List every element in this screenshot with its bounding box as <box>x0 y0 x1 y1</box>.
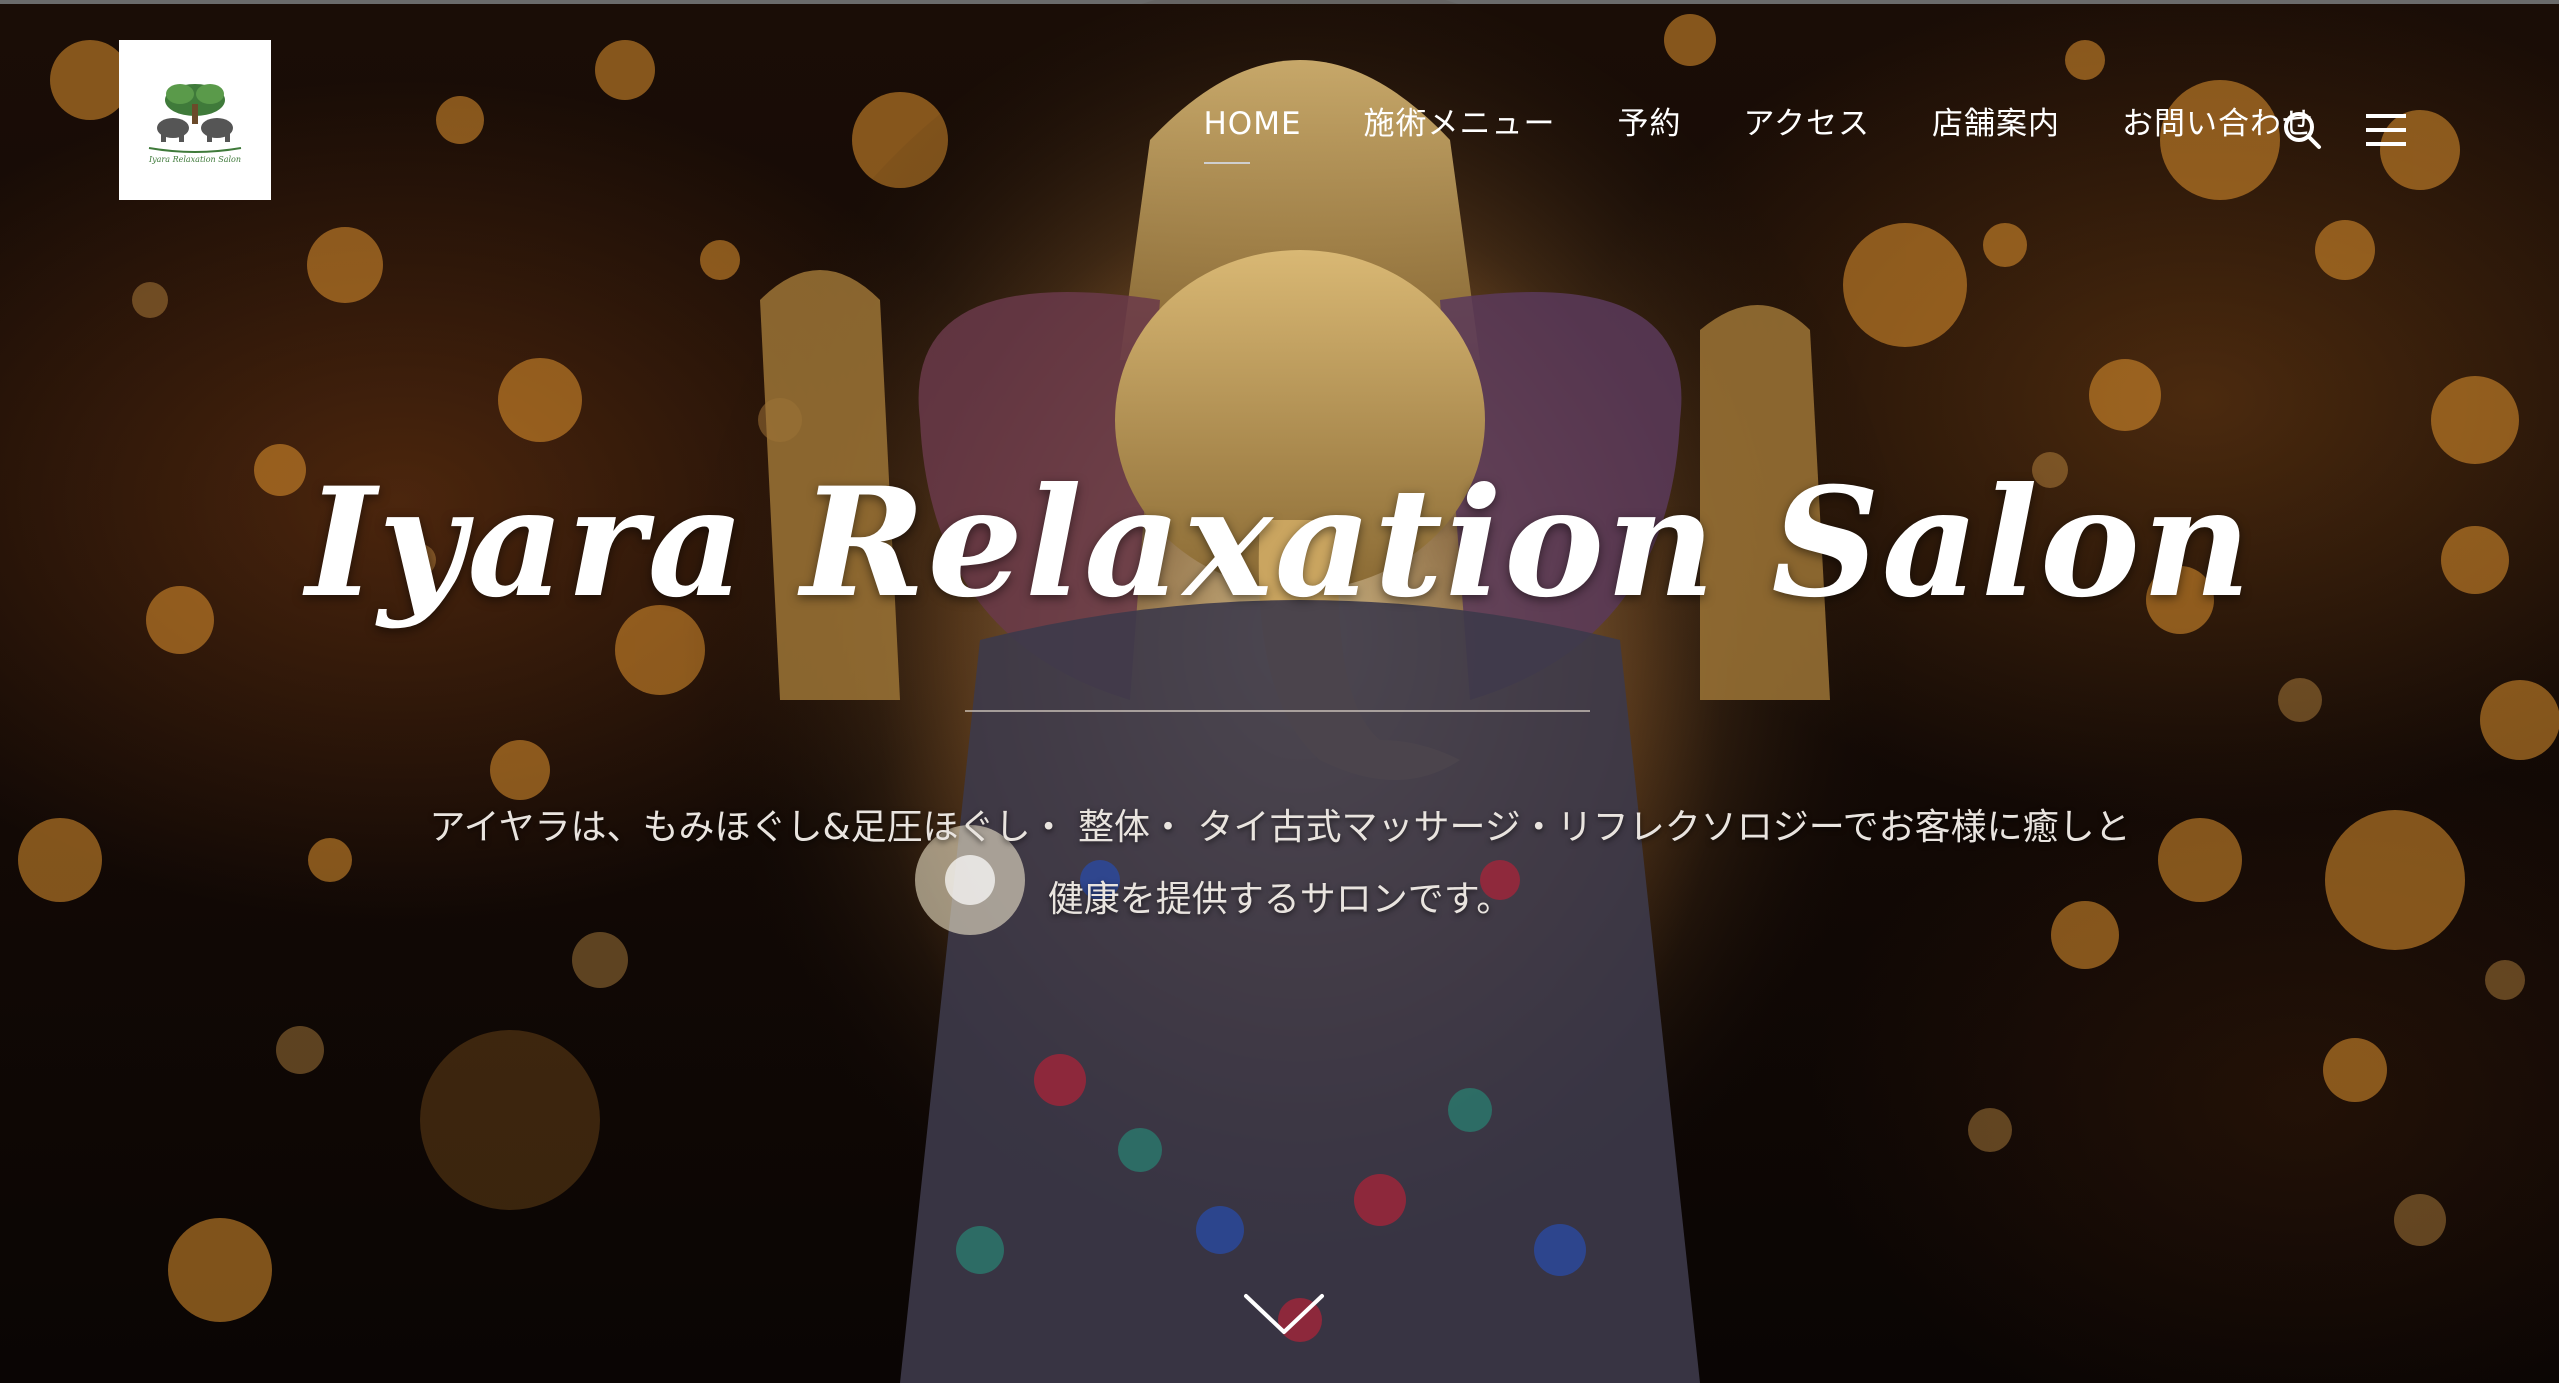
chevron-down-icon[interactable] <box>1242 1290 1326 1338</box>
nav-item-store-info[interactable]: 店舗案内 <box>1932 104 2060 144</box>
ganesha-statue-image <box>680 0 1920 1383</box>
site-logo[interactable]: Iyara Relaxation Salon <box>119 40 271 200</box>
nav-item-reservation[interactable]: 予約 <box>1618 104 1682 144</box>
logo-text: Iyara Relaxation Salon <box>148 155 241 164</box>
main-nav: HOME 施術メニュー 予約 アクセス 店舗案内 お問い合わせ <box>1203 104 2315 164</box>
tagline-line-1: アイヤラは、もみほぐし&足圧ほぐし・ 整体・ タイ古式マッサージ・リフレクソロジ… <box>429 807 2131 848</box>
nav-item-access[interactable]: アクセス <box>1744 104 1870 144</box>
hamburger-menu-icon[interactable] <box>2362 106 2410 154</box>
hero-tagline: アイヤラは、もみほぐし&足圧ほぐし・ 整体・ タイ古式マッサージ・リフレクソロジ… <box>300 792 2260 936</box>
nav-item-home[interactable]: HOME <box>1203 104 1302 164</box>
nav-item-menu[interactable]: 施術メニュー <box>1364 104 1556 144</box>
elephant-tree-logo-icon: Iyara Relaxation Salon <box>148 84 242 164</box>
tagline-line-2: 健康を提供するサロンです。 <box>1047 879 1513 920</box>
hero-title: Iyara Relaxation Salon <box>305 455 2254 631</box>
search-icon[interactable] <box>2278 106 2326 154</box>
title-divider <box>965 710 1590 712</box>
hero-section: Iyara Relaxation Salon HOME 施術メニュー 予約 アク… <box>0 0 2559 1383</box>
